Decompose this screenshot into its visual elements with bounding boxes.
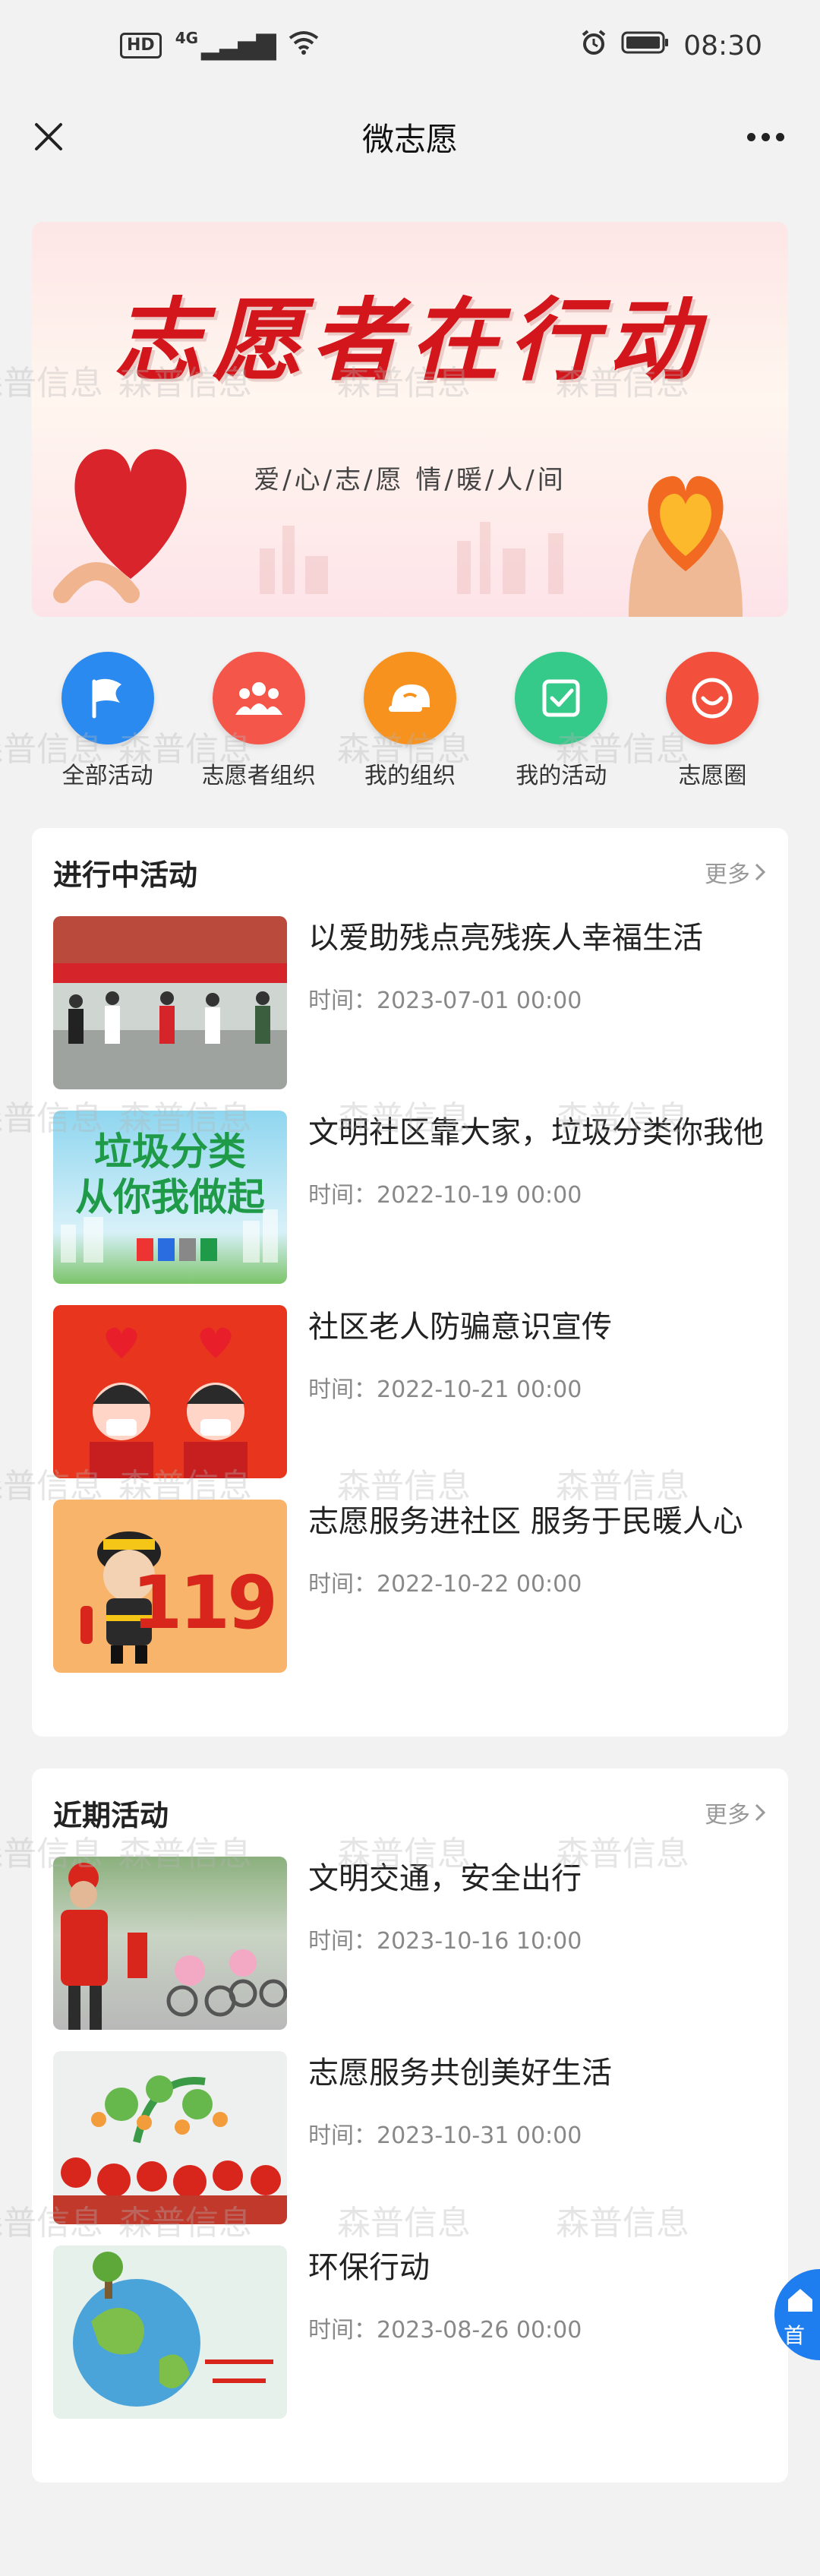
more-dot-icon [761, 132, 770, 141]
hero-banner[interactable]: 志愿者在行动 爱/心/志/愿 情/暖/人/间 [32, 222, 788, 617]
quick-links: 全部活动 志愿者组织 我的组织 我的活动 志愿圈 [32, 652, 788, 796]
activity-thumbnail: 垃圾分类 从你我做起 [53, 1111, 287, 1284]
activity-title: 志愿服务共创美好生活 [308, 2056, 612, 2091]
activity-thumbnail [53, 1305, 287, 1478]
more-dot-icon [746, 132, 755, 141]
activity-title: 社区老人防骗意识宣传 [308, 1310, 612, 1345]
home-fab-clip: 首 [774, 2269, 820, 2360]
clock-time: 08:30 [683, 30, 762, 62]
activity-title: 文明社区靠大家，垃圾分类你我他 [308, 1115, 764, 1150]
quick-link-all-activities[interactable]: 全部活动 [32, 652, 183, 796]
quick-link-volunteer-orgs[interactable]: 志愿者组织 [183, 652, 334, 796]
smile-icon [666, 652, 759, 744]
ongoing-activities-card: 进行中活动 更多 以爱助残点亮残疾人幸福生活 时间：2023-07-01 00:… [32, 828, 788, 1737]
group-icon [212, 652, 305, 744]
activity-thumbnail [53, 1857, 287, 2030]
activity-info: 以爱助残点亮残疾人幸福生活 时间：2023-07-01 00:00 [308, 916, 767, 1089]
activity-thumbnail [53, 916, 287, 1089]
activity-info: 环保行动 时间：2023-08-26 00:00 [308, 2246, 767, 2419]
activity-info: 社区老人防骗意识宣传 时间：2022-10-21 00:00 [308, 1305, 767, 1478]
nav-bar: 微志愿 [0, 91, 820, 182]
activity-thumbnail: 119 [53, 1500, 287, 1673]
activity-title: 环保行动 [308, 2250, 430, 2285]
quick-link-label: 全部活动 [62, 763, 153, 789]
activity-time: 时间：2022-10-22 00:00 [308, 1571, 582, 1598]
hd-badge: HD [120, 33, 162, 58]
banner-title: 志愿者在行动 [113, 287, 706, 393]
activity-time: 时间：2023-08-26 00:00 [308, 2317, 582, 2344]
section-title: 进行中活动 [53, 858, 198, 892]
activity-info: 志愿服务共创美好生活 时间：2023-10-31 00:00 [308, 2051, 767, 2224]
activity-item[interactable]: 志愿服务共创美好生活 时间：2023-10-31 00:00 [53, 2051, 767, 2224]
activity-time: 时间：2023-10-16 10:00 [308, 1928, 582, 1955]
page-title: 微志愿 [361, 120, 458, 158]
activity-time: 时间：2022-10-19 00:00 [308, 1182, 582, 1209]
activity-item[interactable]: 社区老人防骗意识宣传 时间：2022-10-21 00:00 [53, 1305, 767, 1478]
battery-icon [621, 30, 670, 62]
quick-link-volunteer-circle[interactable]: 志愿圈 [637, 652, 788, 796]
activity-thumbnail [53, 2051, 287, 2224]
quick-link-my-orgs[interactable]: 我的组织 [334, 652, 485, 796]
activity-item[interactable]: 环保行动 时间：2023-08-26 00:00 [53, 2246, 767, 2419]
activity-item[interactable]: 文明交通，安全出行 时间：2023-10-16 10:00 [53, 1857, 767, 2030]
card-header: 进行中活动 更多 [53, 828, 767, 916]
activity-item[interactable]: 119 志愿服务进社区 服务于民暖人心 时间：2022-10-22 00:00 [53, 1500, 767, 1673]
status-right: 08:30 [580, 29, 762, 63]
heart-hands-left [47, 412, 214, 612]
wifi-icon [289, 30, 319, 62]
activity-title: 以爱助残点亮残疾人幸福生活 [308, 921, 703, 956]
activity-item[interactable]: 垃圾分类 从你我做起 文明社区靠大家，垃圾分类你我他 时间：2022-10-19… [53, 1111, 767, 1284]
activity-title: 志愿服务进社区 服务于民暖人心 [308, 1504, 743, 1539]
quick-link-label: 志愿者组织 [201, 763, 316, 789]
chevron-right-icon [755, 863, 766, 881]
section-title: 近期活动 [53, 1798, 169, 1832]
activity-item[interactable]: 以爱助残点亮残疾人幸福生活 时间：2023-07-01 00:00 [53, 916, 767, 1089]
activity-time: 时间：2023-10-31 00:00 [308, 2122, 582, 2149]
home-icon [788, 2289, 812, 2312]
more-dot-icon [775, 132, 784, 141]
chevron-right-icon [755, 1803, 766, 1822]
more-label: 更多 [705, 1802, 750, 1828]
more-link[interactable]: 更多 [705, 855, 767, 889]
home-label: 首 [784, 2323, 806, 2348]
helmet-icon [364, 652, 456, 744]
check-icon [515, 652, 608, 744]
status-left: HD 4G ▂▃▅▇ [120, 29, 319, 62]
more-menu-button[interactable] [735, 109, 796, 164]
card-header: 近期活动 更多 [53, 1768, 767, 1857]
home-fab[interactable]: 首 [774, 2269, 820, 2360]
activity-time: 时间：2023-07-01 00:00 [308, 988, 582, 1014]
alarm-icon [580, 29, 607, 63]
flag-icon [61, 652, 154, 744]
quick-link-my-activities[interactable]: 我的活动 [486, 652, 637, 796]
thumb-caption: 119 [131, 1560, 278, 1645]
activity-thumbnail [53, 2246, 287, 2419]
activity-info: 文明社区靠大家，垃圾分类你我他 时间：2022-10-19 00:00 [308, 1111, 767, 1284]
activity-info: 志愿服务进社区 服务于民暖人心 时间：2022-10-22 00:00 [308, 1500, 767, 1673]
activity-title: 文明交通，安全出行 [308, 1861, 582, 1896]
close-icon [35, 123, 62, 150]
heart-hands-right [598, 427, 773, 617]
signal-icon: ▂▃▅▇ [201, 30, 276, 61]
more-link[interactable]: 更多 [705, 1796, 767, 1829]
more-label: 更多 [705, 861, 750, 888]
quick-link-label: 志愿圈 [678, 763, 747, 789]
activity-time: 时间：2022-10-21 00:00 [308, 1377, 582, 1403]
quick-link-label: 我的组织 [364, 763, 456, 789]
close-button[interactable] [21, 109, 76, 164]
quick-link-label: 我的活动 [516, 763, 607, 789]
activity-info: 文明交通，安全出行 时间：2023-10-16 10:00 [308, 1857, 767, 2030]
network-label: 4G [175, 29, 199, 47]
recent-activities-card: 近期活动 更多 文明交通，安全出行 时间：2023-10-16 10:00 志愿… [32, 1768, 788, 2483]
status-bar: HD 4G ▂▃▅▇ 08:30 [0, 0, 820, 91]
